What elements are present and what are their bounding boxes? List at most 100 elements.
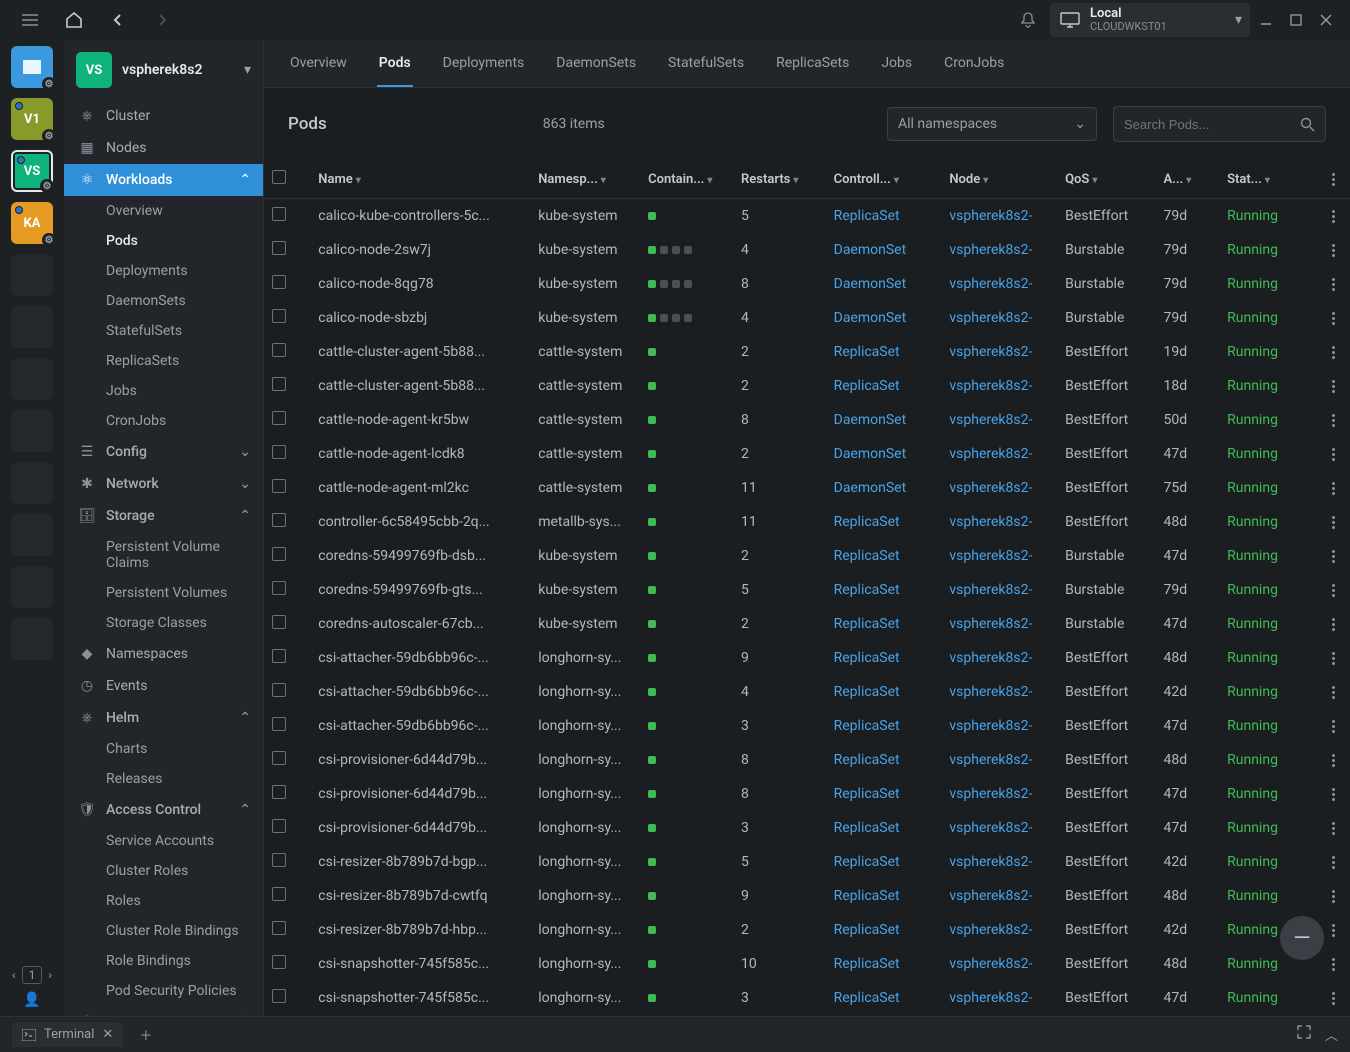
table-row[interactable]: csi-snapshotter-745f585c...longhorn-sy..… (264, 981, 1350, 1015)
table-row[interactable]: cattle-node-agent-ml2kccattle-system11Da… (264, 471, 1350, 505)
column-header[interactable]: Namesp...▾ (530, 160, 640, 199)
sidebar-item-namespaces[interactable]: ◆Namespaces (64, 638, 263, 670)
table-row[interactable]: calico-node-8qg78kube-system8DaemonSetvs… (264, 267, 1350, 301)
select-all-checkbox[interactable] (272, 170, 286, 184)
controller-link[interactable]: ReplicaSet (826, 879, 942, 913)
column-header[interactable]: Controll...▾ (826, 160, 942, 199)
rail-tile[interactable]: KA⚙ (11, 202, 53, 244)
node-link[interactable]: vspherek8s2- (941, 709, 1057, 743)
node-link[interactable]: vspherek8s2- (941, 777, 1057, 811)
sidebar-subitem[interactable]: CronJobs (64, 406, 263, 436)
controller-link[interactable]: ReplicaSet (826, 675, 942, 709)
fab-button[interactable]: — (1280, 916, 1324, 960)
row-checkbox[interactable] (272, 989, 286, 1003)
node-link[interactable]: vspherek8s2- (941, 301, 1057, 335)
maximize-icon[interactable] (1290, 14, 1302, 26)
sidebar-subitem[interactable]: Pods (64, 226, 263, 256)
table-row[interactable]: calico-node-sbzbjkube-system4DaemonSetvs… (264, 301, 1350, 335)
node-link[interactable]: vspherek8s2- (941, 335, 1057, 369)
terminal-tab[interactable]: Terminal ✕ (12, 1022, 123, 1047)
node-link[interactable]: vspherek8s2- (941, 539, 1057, 573)
sidebar-subitem[interactable]: Jobs (64, 376, 263, 406)
chevron-left-icon[interactable]: ‹ (12, 968, 16, 982)
table-row[interactable]: csi-provisioner-6d44d79b...longhorn-sy..… (264, 743, 1350, 777)
row-menu-icon[interactable] (1326, 278, 1343, 291)
column-header[interactable]: QoS▾ (1057, 160, 1155, 199)
sidebar-subitem[interactable]: Releases (64, 764, 263, 794)
rail-pager[interactable]: ‹1› (12, 966, 52, 984)
row-checkbox[interactable] (272, 343, 286, 357)
tab-daemonsets[interactable]: DaemonSets (554, 41, 638, 87)
row-menu-icon[interactable] (1326, 856, 1343, 869)
table-row[interactable]: controller-6c58495cbb-2q...metallb-sys..… (264, 505, 1350, 539)
controller-link[interactable]: ReplicaSet (826, 641, 942, 675)
node-link[interactable]: vspherek8s2- (941, 811, 1057, 845)
node-link[interactable]: vspherek8s2- (941, 505, 1057, 539)
controller-link[interactable]: ReplicaSet (826, 199, 942, 234)
cluster-selector[interactable]: VS vspherek8s2 ▾ (64, 40, 263, 100)
row-checkbox[interactable] (272, 649, 286, 663)
table-row[interactable]: csi-attacher-59db6bb96c-...longhorn-sy..… (264, 641, 1350, 675)
row-menu-icon[interactable] (1326, 482, 1343, 495)
node-link[interactable]: vspherek8s2- (941, 437, 1057, 471)
sidebar-item-workloads[interactable]: ⚛Workloads⌃ (64, 164, 263, 196)
row-checkbox[interactable] (272, 921, 286, 935)
node-link[interactable]: vspherek8s2- (941, 879, 1057, 913)
search-box[interactable] (1113, 106, 1326, 142)
tab-pods[interactable]: Pods (377, 41, 413, 87)
node-link[interactable]: vspherek8s2- (941, 845, 1057, 879)
table-row[interactable]: csi-resizer-8b789b7d-hbp...longhorn-sy..… (264, 913, 1350, 947)
controller-link[interactable]: DaemonSet (826, 437, 942, 471)
sidebar-subitem[interactable]: Persistent Volumes (64, 578, 263, 608)
row-checkbox[interactable] (272, 819, 286, 833)
sidebar-item-events[interactable]: ◷Events (64, 670, 263, 702)
sidebar-subitem[interactable]: Charts (64, 734, 263, 764)
row-menu-icon[interactable] (1326, 958, 1343, 971)
sidebar-subitem[interactable]: Service Accounts (64, 826, 263, 856)
tab-statefulsets[interactable]: StatefulSets (666, 41, 746, 87)
row-checkbox[interactable] (272, 241, 286, 255)
table-row[interactable]: cattle-cluster-agent-5b88...cattle-syste… (264, 335, 1350, 369)
row-menu-icon[interactable] (1326, 788, 1343, 801)
controller-link[interactable]: ReplicaSet (826, 505, 942, 539)
row-menu-icon[interactable] (1326, 992, 1343, 1005)
controller-link[interactable]: ReplicaSet (826, 845, 942, 879)
bell-icon[interactable] (1014, 6, 1042, 34)
environment-switcher[interactable]: Local CLOUDWKST01 ▾ (1050, 3, 1250, 37)
controller-link[interactable]: ReplicaSet (826, 573, 942, 607)
column-header[interactable]: Restarts▾ (733, 160, 826, 199)
row-menu-icon[interactable] (1326, 244, 1343, 257)
row-checkbox[interactable] (272, 445, 286, 459)
node-link[interactable]: vspherek8s2- (941, 947, 1057, 981)
row-menu-icon[interactable] (1326, 924, 1343, 937)
row-menu-icon[interactable] (1326, 312, 1343, 325)
row-checkbox[interactable] (272, 309, 286, 323)
sidebar-subitem[interactable]: Overview (64, 196, 263, 226)
sidebar-item-network[interactable]: ✱Network⌄ (64, 468, 263, 500)
row-checkbox[interactable] (272, 717, 286, 731)
controller-link[interactable]: ReplicaSet (826, 335, 942, 369)
sidebar-item-helm[interactable]: ⎈Helm⌃ (64, 702, 263, 734)
namespace-select[interactable]: All namespaces ⌄ (887, 107, 1097, 141)
row-menu-icon[interactable] (1326, 380, 1343, 393)
forward-icon[interactable] (148, 6, 176, 34)
table-row[interactable]: csi-resizer-8b789b7d-cwtfqlonghorn-sy...… (264, 879, 1350, 913)
column-menu-icon[interactable] (1326, 173, 1343, 186)
sidebar-subitem[interactable]: Cluster Roles (64, 856, 263, 886)
expand-icon[interactable] (1297, 1025, 1311, 1044)
controller-link[interactable]: ReplicaSet (826, 743, 942, 777)
column-header[interactable]: Contain...▾ (640, 160, 733, 199)
controller-link[interactable]: ReplicaSet (826, 811, 942, 845)
controller-link[interactable]: DaemonSet (826, 233, 942, 267)
controller-link[interactable]: ReplicaSet (826, 947, 942, 981)
controller-link[interactable]: ReplicaSet (826, 539, 942, 573)
table-row[interactable]: cattle-node-agent-lcdk8cattle-system2Dae… (264, 437, 1350, 471)
row-menu-icon[interactable] (1326, 652, 1343, 665)
sidebar-subitem[interactable]: Pod Security Policies (64, 976, 263, 1006)
row-menu-icon[interactable] (1326, 686, 1343, 699)
tab-jobs[interactable]: Jobs (879, 41, 914, 87)
sidebar-subitem[interactable]: Deployments (64, 256, 263, 286)
table-row[interactable]: csi-resizer-8b789b7d-bgp...longhorn-sy..… (264, 845, 1350, 879)
table-row[interactable]: cattle-node-agent-kr5bwcattle-system8Dae… (264, 403, 1350, 437)
row-menu-icon[interactable] (1326, 448, 1343, 461)
